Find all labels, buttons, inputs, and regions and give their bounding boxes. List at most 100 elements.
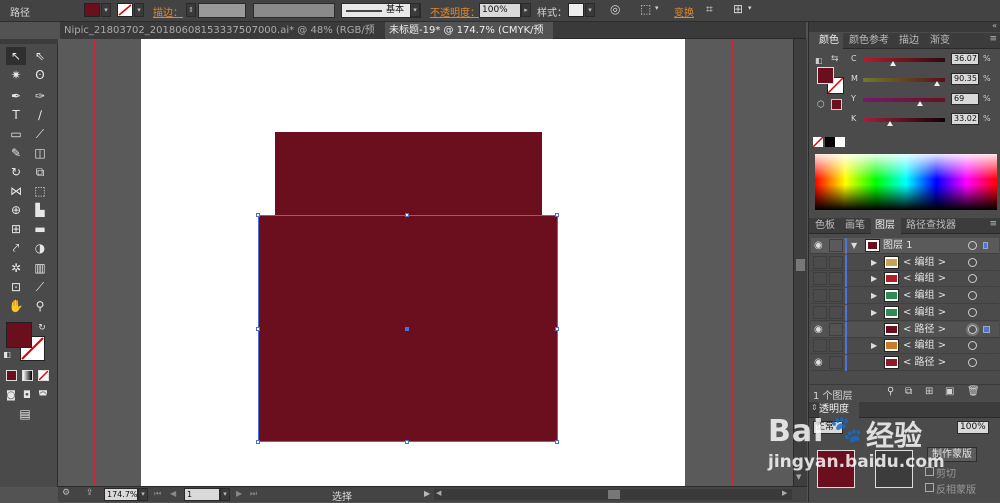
perspective-grid-tool-icon[interactable]: ▙: [30, 201, 50, 219]
layer-name[interactable]: < 编组 >: [903, 338, 946, 354]
web-safe-color-swatch[interactable]: [831, 99, 842, 110]
expand-arrow-icon[interactable]: ▶: [871, 305, 877, 321]
transform-link[interactable]: 变换: [674, 4, 694, 19]
target-circle-icon[interactable]: [968, 324, 977, 334]
visibility-toggle[interactable]: [813, 255, 827, 269]
draw-normal-icon[interactable]: ◙: [4, 387, 18, 405]
blend-tool-icon[interactable]: ◑: [30, 239, 50, 257]
black-color-swatch[interactable]: [825, 137, 835, 147]
selection-handle[interactable]: [256, 327, 260, 331]
center-point[interactable]: [405, 327, 409, 331]
channel-value-m[interactable]: 90.35: [951, 73, 979, 85]
canvas-area[interactable]: [58, 39, 793, 486]
rotate-tool-icon[interactable]: ↻: [6, 163, 26, 181]
stroke-weight-field[interactable]: [198, 3, 246, 18]
opacity-input[interactable]: 100%: [479, 3, 521, 18]
layer-row-top-level[interactable]: ◉ ▼ 图层 1: [811, 238, 999, 254]
color-spectrum[interactable]: [815, 154, 997, 210]
zoom-level-field[interactable]: 174.7%: [104, 488, 138, 501]
slider-thumb[interactable]: [889, 61, 896, 66]
visibility-eye-icon[interactable]: ◉: [814, 322, 823, 338]
channel-slider-y[interactable]: [863, 98, 945, 102]
new-layer-icon[interactable]: ▣: [945, 386, 954, 397]
artboard-number-field[interactable]: 1: [184, 488, 220, 501]
eraser-tool-icon[interactable]: ◫: [30, 144, 50, 162]
target-circle-icon[interactable]: [968, 357, 977, 367]
free-transform-tool-icon[interactable]: ⬚: [30, 182, 50, 200]
invert-mask-checkbox[interactable]: [925, 483, 934, 492]
tools-panel-header[interactable]: [0, 39, 58, 44]
tab-stroke[interactable]: 描边: [899, 33, 925, 49]
status-menu-arrow[interactable]: ▶: [424, 489, 430, 498]
locate-object-icon[interactable]: ⚲: [887, 386, 894, 397]
layer-name[interactable]: < 编组 >: [903, 255, 946, 271]
draw-behind-icon[interactable]: ◘: [20, 387, 34, 405]
pencil-tool-icon[interactable]: ✎: [6, 144, 26, 162]
tab-pathfinder[interactable]: 路径查找器: [906, 218, 966, 234]
tab-swatches[interactable]: 色板: [815, 218, 839, 234]
panel-menu-icon[interactable]: ⊞: [733, 2, 743, 16]
horizontal-scroll-thumb[interactable]: [608, 490, 620, 499]
layer-name[interactable]: < 路径 >: [903, 355, 946, 371]
artboard-tool-icon[interactable]: ⊡: [6, 278, 26, 296]
channel-slider-m[interactable]: [863, 78, 945, 82]
visibility-toggle[interactable]: [813, 289, 827, 303]
width-tool-icon[interactable]: ⋈: [6, 182, 26, 200]
target-circle-icon[interactable]: [968, 307, 977, 317]
fill-dropdown-arrow[interactable]: ▾: [101, 3, 111, 17]
selection-indicator[interactable]: [983, 325, 990, 333]
tab-color-guide[interactable]: 颜色参考: [849, 33, 897, 49]
layer-name[interactable]: < 路径 >: [903, 322, 946, 338]
tab-color[interactable]: 颜色: [809, 33, 843, 49]
layer-row[interactable]: ▶ < 编组 >: [811, 338, 999, 355]
scroll-left-arrow[interactable]: ◀: [436, 489, 441, 497]
top-rectangle-shape[interactable]: [275, 132, 542, 215]
new-sublayer-icon[interactable]: ⊞: [925, 386, 933, 397]
lock-toggle[interactable]: [829, 305, 843, 319]
paintbrush-tool-icon[interactable]: ⟋: [30, 125, 50, 143]
zoom-tool-icon[interactable]: ⚲: [30, 297, 50, 315]
hand-tool-icon[interactable]: ✋: [6, 297, 26, 315]
export-icon[interactable]: ⇪: [86, 488, 94, 498]
lock-toggle[interactable]: [829, 289, 843, 303]
last-artboard-icon[interactable]: ⏭: [250, 489, 257, 499]
selection-tool-icon[interactable]: ↖: [6, 47, 26, 65]
draw-inside-icon[interactable]: ◚: [36, 387, 50, 405]
tab-brushes[interactable]: 画笔: [845, 218, 869, 234]
symbol-sprayer-tool-icon[interactable]: ✲: [6, 259, 26, 277]
selection-handle[interactable]: [405, 213, 409, 217]
mesh-tool-icon[interactable]: ⊞: [6, 220, 26, 238]
scroll-down-arrow[interactable]: ▼: [796, 473, 805, 483]
expand-arrow-icon[interactable]: ▶: [871, 338, 877, 354]
out-of-gamut-icon[interactable]: ⬡: [817, 100, 825, 110]
target-circle-icon[interactable]: [968, 291, 977, 301]
horizontal-scrollbar[interactable]: ◀ ▶: [434, 489, 792, 500]
delete-layer-icon[interactable]: 🗑: [967, 386, 980, 397]
pen-tool-icon[interactable]: ✒: [6, 87, 26, 105]
target-circle-icon[interactable]: [968, 257, 977, 267]
make-clipping-mask-icon[interactable]: ⧉: [905, 386, 912, 397]
scroll-right-arrow[interactable]: ▶: [782, 489, 787, 497]
scale-tool-icon[interactable]: ⧉: [30, 163, 50, 181]
selection-handle[interactable]: [555, 213, 559, 217]
lock-toggle[interactable]: [829, 272, 843, 286]
shape-builder-tool-icon[interactable]: ⊕: [6, 201, 26, 219]
layer-row[interactable]: ▶ < 编组 >: [811, 271, 999, 288]
layer-row[interactable]: ▶ < 编组 >: [811, 288, 999, 305]
column-graph-tool-icon[interactable]: ▥: [30, 259, 50, 277]
collapse-panels-icon[interactable]: «: [992, 21, 997, 30]
visibility-eye-icon[interactable]: ◉: [814, 355, 823, 371]
direct-selection-tool-icon[interactable]: ⇖: [30, 47, 50, 65]
channel-value-y[interactable]: 69: [951, 93, 979, 105]
panel-dock-header[interactable]: «: [809, 21, 1000, 32]
visibility-toggle[interactable]: [813, 305, 827, 319]
rectangle-tool-icon[interactable]: ▭: [6, 125, 26, 143]
eyedropper-tool-icon[interactable]: ⤤: [6, 239, 26, 257]
fill-color-swatch[interactable]: [84, 3, 100, 17]
channel-value-c[interactable]: 36.07: [951, 53, 979, 65]
stroke-weight-label[interactable]: 描边：: [153, 4, 183, 19]
visibility-toggle[interactable]: [813, 272, 827, 286]
align-options-icon[interactable]: ⬚: [640, 2, 651, 16]
recolor-artwork-icon[interactable]: ◎: [610, 2, 620, 16]
layer-row[interactable]: ▶ < 编组 >: [811, 254, 999, 271]
